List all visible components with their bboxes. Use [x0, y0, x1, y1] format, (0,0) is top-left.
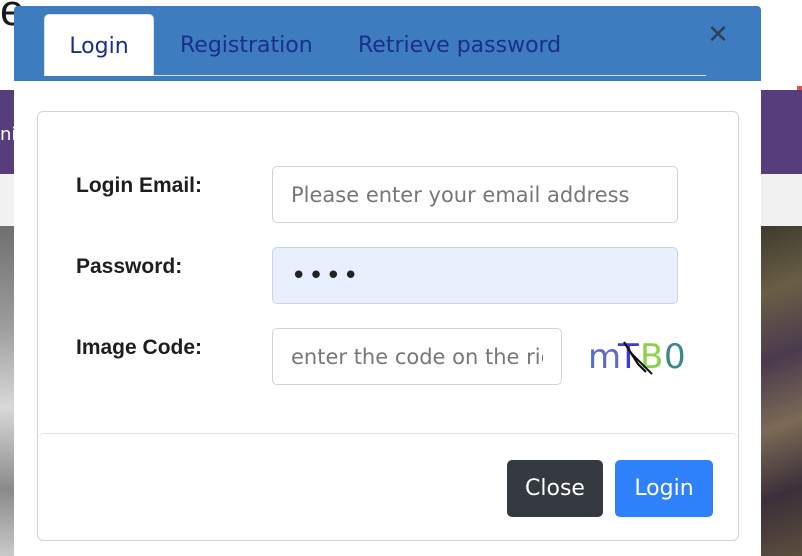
- email-label: Login Email:: [76, 174, 202, 197]
- background-photo-right: [760, 226, 802, 556]
- captcha-image[interactable]: m T B 0: [586, 330, 692, 384]
- login-modal: Login Registration Retrieve password ✕ L…: [14, 6, 761, 556]
- image-code-field[interactable]: [272, 328, 562, 385]
- modal-footer: Close Login: [38, 433, 738, 541]
- password-field[interactable]: [272, 247, 678, 304]
- tab-retrieve-password[interactable]: Retrieve password: [358, 14, 561, 76]
- captcha-char-4: 0: [664, 337, 686, 377]
- image-code-label: Image Code:: [76, 336, 203, 359]
- modal-header: Login Registration Retrieve password ✕: [14, 6, 761, 81]
- password-label: Password:: [76, 255, 183, 278]
- close-button[interactable]: Close: [507, 460, 603, 517]
- login-form-card: Login Email: Password: Image Code: m T B…: [37, 111, 739, 541]
- modal-body: Login Email: Password: Image Code: m T B…: [14, 81, 761, 556]
- tab-login[interactable]: Login: [44, 14, 154, 76]
- modal-tabs: Login Registration Retrieve password: [44, 14, 706, 76]
- close-icon[interactable]: ✕: [706, 20, 730, 50]
- email-field[interactable]: [272, 166, 678, 223]
- tab-registration[interactable]: Registration: [180, 14, 313, 76]
- captcha-char-1: m: [588, 337, 621, 377]
- login-button[interactable]: Login: [615, 460, 713, 517]
